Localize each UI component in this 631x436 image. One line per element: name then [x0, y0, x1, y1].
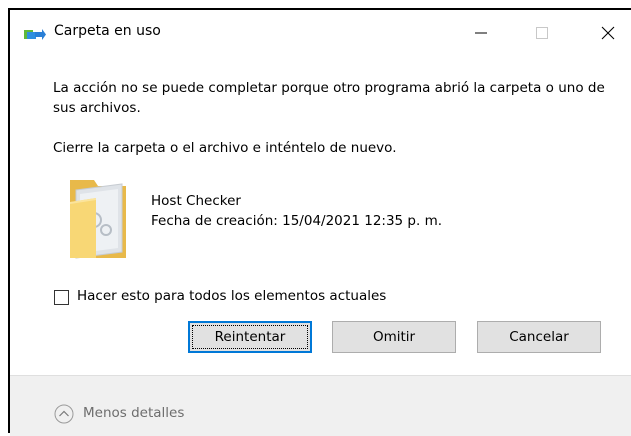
maximize-button: [519, 10, 565, 56]
focus-rectangle: [192, 325, 308, 349]
close-button[interactable]: [585, 10, 631, 56]
error-message: La acción no se puede completar porque o…: [53, 80, 605, 116]
skip-button-label: Omitir: [372, 329, 416, 345]
window-title: Carpeta en uso: [54, 23, 161, 39]
cancel-button[interactable]: Cancelar: [477, 321, 601, 353]
retry-button[interactable]: Reintentar: [188, 321, 312, 353]
file-name: Host Checker: [151, 193, 241, 209]
minimize-button[interactable]: [458, 10, 504, 56]
apply-to-all-checkbox[interactable]: [54, 290, 69, 305]
apply-to-all-label[interactable]: Hacer esto para todos los elementos actu…: [77, 288, 386, 304]
maximize-icon: [536, 27, 548, 39]
file-in-use-dialog: Carpeta en uso La acción no se puede com…: [8, 8, 631, 436]
folder-move-icon: [24, 27, 46, 41]
skip-button[interactable]: Omitir: [332, 321, 456, 353]
dialog-footer: Menos detalles: [10, 375, 631, 436]
chevron-up-icon[interactable]: [54, 404, 74, 424]
folder-icon: [66, 172, 130, 262]
title-bar: Carpeta en uso: [10, 10, 631, 56]
cancel-button-label: Cancelar: [509, 329, 569, 345]
file-created-date: Fecha de creación: 15/04/2021 12:35 p. m…: [151, 213, 443, 229]
less-details-link[interactable]: Menos detalles: [83, 405, 184, 421]
instruction-message: Cierre la carpeta o el archivo e inténte…: [53, 140, 397, 156]
minimize-icon: [475, 32, 487, 34]
close-icon: [601, 26, 615, 40]
